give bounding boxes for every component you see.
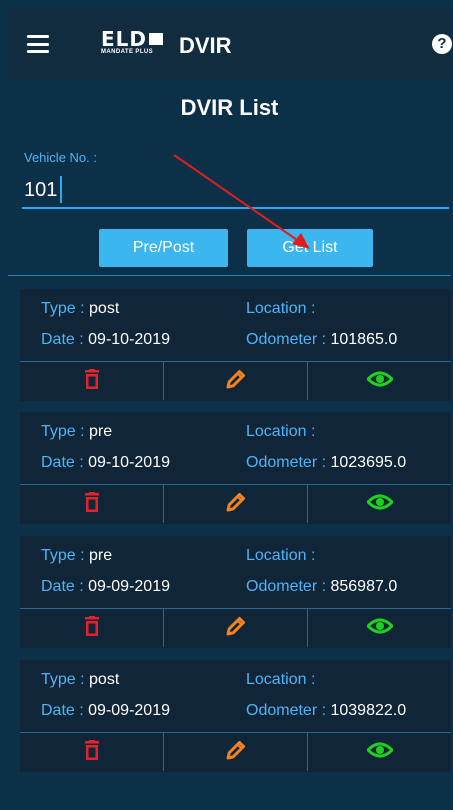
trash-icon — [84, 491, 100, 517]
vehicle-label: Vehicle No. : — [24, 150, 97, 165]
type-field: Type : post — [41, 300, 120, 317]
odometer-field: Odometer : 101865.0 — [246, 331, 398, 348]
pencil-icon — [225, 615, 247, 642]
dvir-record-card: Type : post Date : 09-09-2019 Location :… — [20, 660, 451, 772]
delete-button[interactable] — [20, 485, 163, 523]
view-button[interactable] — [307, 609, 451, 647]
odometer-field: Odometer : 1023695.0 — [246, 454, 407, 471]
edit-button[interactable] — [163, 485, 307, 523]
location-field: Location : — [246, 547, 316, 564]
type-field: Type : post — [41, 671, 120, 688]
date-field: Date : 09-10-2019 — [41, 454, 170, 471]
delete-button[interactable] — [20, 609, 163, 647]
trash-icon — [84, 368, 100, 394]
get-list-button[interactable]: Get List — [247, 229, 373, 267]
pencil-icon — [225, 491, 247, 518]
pre-post-button[interactable]: Pre/Post — [99, 229, 228, 267]
record-actions — [20, 608, 451, 647]
view-button[interactable] — [307, 362, 451, 400]
text-cursor — [60, 176, 62, 203]
pencil-icon — [225, 739, 247, 766]
dvir-record-card: Type : pre Date : 09-10-2019 Location : … — [20, 412, 451, 524]
delete-button[interactable] — [20, 362, 163, 400]
record-actions — [20, 361, 451, 400]
view-button[interactable] — [307, 733, 451, 771]
location-field: Location : — [246, 423, 316, 440]
trash-icon — [84, 739, 100, 765]
pencil-icon — [225, 368, 247, 395]
eye-icon — [365, 617, 394, 640]
trash-icon — [84, 615, 100, 641]
record-actions — [20, 732, 451, 771]
eye-icon — [365, 493, 394, 516]
eye-icon — [365, 370, 394, 393]
date-field: Date : 09-09-2019 — [41, 578, 170, 595]
date-field: Date : 09-10-2019 — [41, 331, 170, 348]
app-title: DVIR — [179, 33, 232, 58]
edit-button[interactable] — [163, 362, 307, 400]
location-field: Location : — [246, 300, 316, 317]
dvir-record-card: Type : post Date : 09-10-2019 Location :… — [20, 289, 451, 401]
edit-button[interactable] — [163, 733, 307, 771]
location-field: Location : — [246, 671, 316, 688]
date-field: Date : 09-09-2019 — [41, 702, 170, 719]
help-icon[interactable]: ? — [432, 34, 452, 54]
delete-button[interactable] — [20, 733, 163, 771]
type-field: Type : pre — [41, 547, 113, 564]
view-button[interactable] — [307, 485, 451, 523]
eye-icon — [365, 741, 394, 764]
dvir-record-card: Type : pre Date : 09-09-2019 Location : … — [20, 536, 451, 648]
eld-logo: ELD MANDATE PLUS — [101, 29, 163, 58]
page-title: DVIR List — [180, 95, 279, 120]
record-actions — [20, 484, 451, 523]
divider — [8, 275, 451, 276]
app-header: ELD MANDATE PLUS DVIR ? — [8, 8, 452, 80]
odometer-field: Odometer : 1039822.0 — [246, 702, 407, 719]
edit-button[interactable] — [163, 609, 307, 647]
vehicle-number-input[interactable] — [22, 173, 449, 209]
type-field: Type : pre — [41, 423, 113, 440]
odometer-field: Odometer : 856987.0 — [246, 578, 398, 595]
menu-icon[interactable] — [27, 35, 49, 53]
